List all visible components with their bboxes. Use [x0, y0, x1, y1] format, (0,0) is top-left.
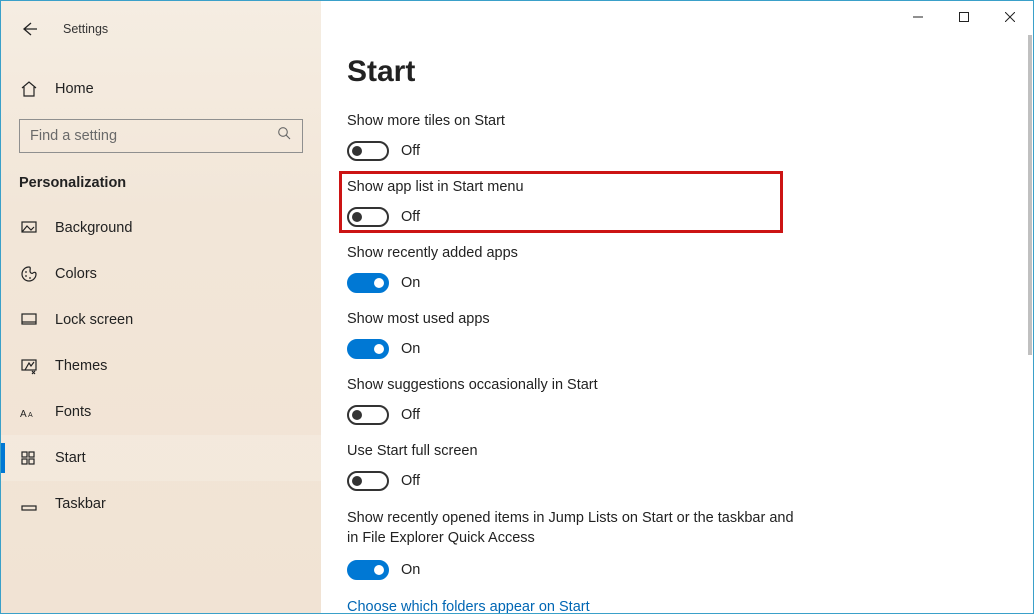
app-title: Settings	[63, 22, 108, 36]
nav-list: Background Colors Lock screen Themes AA Fonts…	[1, 205, 321, 527]
sidebar-item-taskbar[interactable]: Taskbar	[1, 481, 321, 527]
picture-icon	[19, 219, 39, 237]
toggle-switch[interactable]	[347, 141, 389, 161]
setting-label: Show app list in Start menu	[347, 179, 1007, 195]
toggle-switch[interactable]	[347, 405, 389, 425]
sidebar-item-label: Themes	[55, 358, 107, 374]
back-button[interactable]	[19, 19, 39, 39]
setting-row: Show recently added apps On	[347, 245, 1007, 293]
close-button[interactable]	[987, 1, 1033, 33]
search-input[interactable]	[30, 128, 253, 144]
sidebar-item-themes[interactable]: Themes	[1, 343, 321, 389]
setting-label: Use Start full screen	[347, 443, 1007, 459]
taskbar-icon	[19, 495, 39, 513]
sidebar-item-label: Taskbar	[55, 496, 106, 512]
titlebar	[321, 1, 1033, 33]
sidebar-item-label: Colors	[55, 266, 97, 282]
toggle-state-label: Off	[401, 143, 420, 159]
setting-label: Show more tiles on Start	[347, 113, 1007, 129]
main-content: Start Show more tiles on StartOffShow ap…	[321, 1, 1033, 613]
start-icon	[19, 449, 39, 467]
setting-row: Show more tiles on Start Off	[347, 113, 1007, 161]
toggle-switch[interactable]	[347, 339, 389, 359]
setting-row: Show most used apps On	[347, 311, 1007, 359]
fonts-icon: AA	[19, 403, 39, 421]
setting-row: Show recently opened items in Jump Lists…	[347, 509, 1007, 580]
home-nav[interactable]: Home	[1, 69, 321, 109]
category-header: Personalization	[1, 153, 321, 205]
sidebar-item-start[interactable]: Start	[1, 435, 321, 481]
setting-row: Show suggestions occasionally in Start Of…	[347, 377, 1007, 425]
svg-text:A: A	[28, 412, 33, 419]
maximize-button[interactable]	[941, 1, 987, 33]
setting-label: Show suggestions occasionally in Start	[347, 377, 1007, 393]
toggle-state-label: On	[401, 275, 420, 291]
setting-label: Show recently opened items in Jump Lists…	[347, 509, 797, 548]
home-label: Home	[55, 81, 94, 97]
toggle-state-label: Off	[401, 209, 420, 225]
toggle-switch[interactable]	[347, 560, 389, 580]
sidebar-item-label: Background	[55, 220, 132, 236]
toggle-state-label: Off	[401, 407, 420, 423]
toggle-state-label: On	[401, 562, 420, 578]
sidebar-item-fonts[interactable]: AA Fonts	[1, 389, 321, 435]
svg-text:A: A	[20, 409, 27, 420]
toggle-state-label: Off	[401, 473, 420, 489]
toggle-switch[interactable]	[347, 471, 389, 491]
setting-label: Show most used apps	[347, 311, 1007, 327]
settings-window: Settings Home Personalizat	[0, 0, 1034, 614]
sidebar-item-label: Fonts	[55, 404, 91, 420]
page-title: Start	[347, 55, 1007, 89]
toggle-switch[interactable]	[347, 207, 389, 227]
sidebar-item-label: Start	[55, 450, 86, 466]
sidebar: Settings Home Personalizat	[1, 1, 321, 613]
sidebar-item-colors[interactable]: Colors	[1, 251, 321, 297]
setting-label: Show recently added apps	[347, 245, 1007, 261]
lockscreen-icon	[19, 311, 39, 329]
sidebar-item-label: Lock screen	[55, 312, 133, 328]
sidebar-item-background[interactable]: Background	[1, 205, 321, 251]
toggle-switch[interactable]	[347, 273, 389, 293]
minimize-button[interactable]	[895, 1, 941, 33]
setting-row: Use Start full screen Off	[347, 443, 1007, 491]
toggle-state-label: On	[401, 341, 420, 357]
sidebar-item-lock-screen[interactable]: Lock screen	[1, 297, 321, 343]
themes-icon	[19, 357, 39, 375]
scrollbar-thumb[interactable]	[1028, 35, 1032, 355]
search-icon	[277, 126, 292, 146]
home-icon	[19, 80, 39, 98]
choose-folders-link[interactable]: Choose which folders appear on Start	[347, 599, 590, 613]
palette-icon	[19, 265, 39, 283]
setting-row: Show app list in Start menu Off	[347, 179, 1007, 227]
search-box[interactable]	[19, 119, 303, 153]
